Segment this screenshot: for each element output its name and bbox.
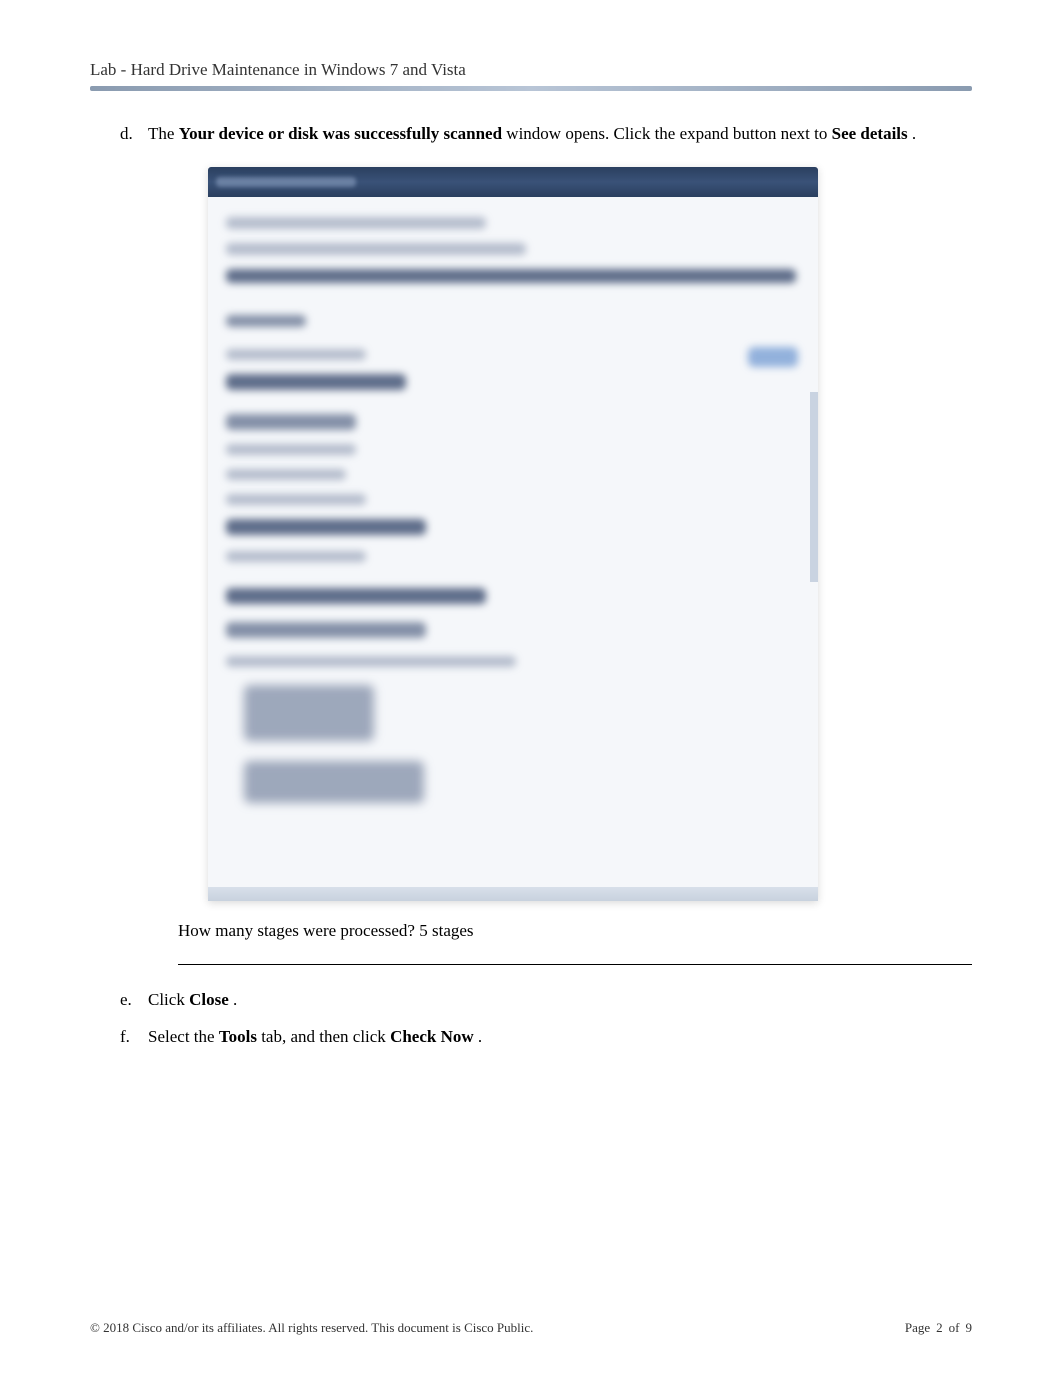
question-row: How many stages were processed? 5 stages (178, 921, 972, 941)
text-suffix: . (912, 124, 916, 143)
bold-text: Check Now (390, 1027, 474, 1046)
list-item-f: f. Select the Tools tab, and then click … (120, 1024, 972, 1050)
close-button-blur (748, 347, 798, 367)
list-marker: e. (120, 987, 148, 1013)
list-item-d: d. The Your device or disk was successfu… (120, 121, 972, 147)
list-marker: d. (120, 121, 148, 147)
text-suffix: . (478, 1027, 482, 1046)
text-mid: window opens. Click the expand button ne… (506, 124, 831, 143)
bold-text: Your device or disk was successfully sca… (179, 124, 502, 143)
bold-text: Close (189, 990, 229, 1009)
page-total: 9 (966, 1320, 973, 1336)
page-label: Page (905, 1320, 930, 1336)
question-answer: 5 stages (419, 921, 473, 940)
scrollbar-blur (810, 392, 818, 582)
window-titlebar (208, 167, 818, 197)
window-body (208, 197, 818, 887)
header-divider (90, 86, 972, 91)
answer-underline (178, 947, 972, 965)
question-label: How many stages were processed? (178, 921, 419, 940)
list-item-e: e. Click Close . (120, 987, 972, 1013)
list-marker: f. (120, 1024, 148, 1050)
text-mid: tab, and then click (261, 1027, 390, 1046)
bold-text: Tools (219, 1027, 257, 1046)
text-prefix: Select the (148, 1027, 219, 1046)
text-suffix: . (233, 990, 237, 1009)
text-prefix: The (148, 124, 179, 143)
list-text: The Your device or disk was successfully… (148, 121, 972, 147)
page-number: Page 2 of 9 (905, 1320, 972, 1336)
copyright-text: © 2018 Cisco and/or its affiliates. All … (90, 1320, 533, 1336)
page-footer: © 2018 Cisco and/or its affiliates. All … (90, 1320, 972, 1336)
titlebar-blur (216, 177, 356, 187)
bold-text: See details (832, 124, 908, 143)
text-prefix: Click (148, 990, 189, 1009)
list-text: Click Close . (148, 987, 972, 1013)
page-sep: of (949, 1320, 960, 1336)
window-footer-edge (208, 887, 818, 901)
page-current: 2 (936, 1320, 943, 1336)
list-text: Select the Tools tab, and then click Che… (148, 1024, 972, 1050)
page-header-title: Lab - Hard Drive Maintenance in Windows … (90, 60, 972, 80)
screenshot-figure (208, 167, 818, 901)
